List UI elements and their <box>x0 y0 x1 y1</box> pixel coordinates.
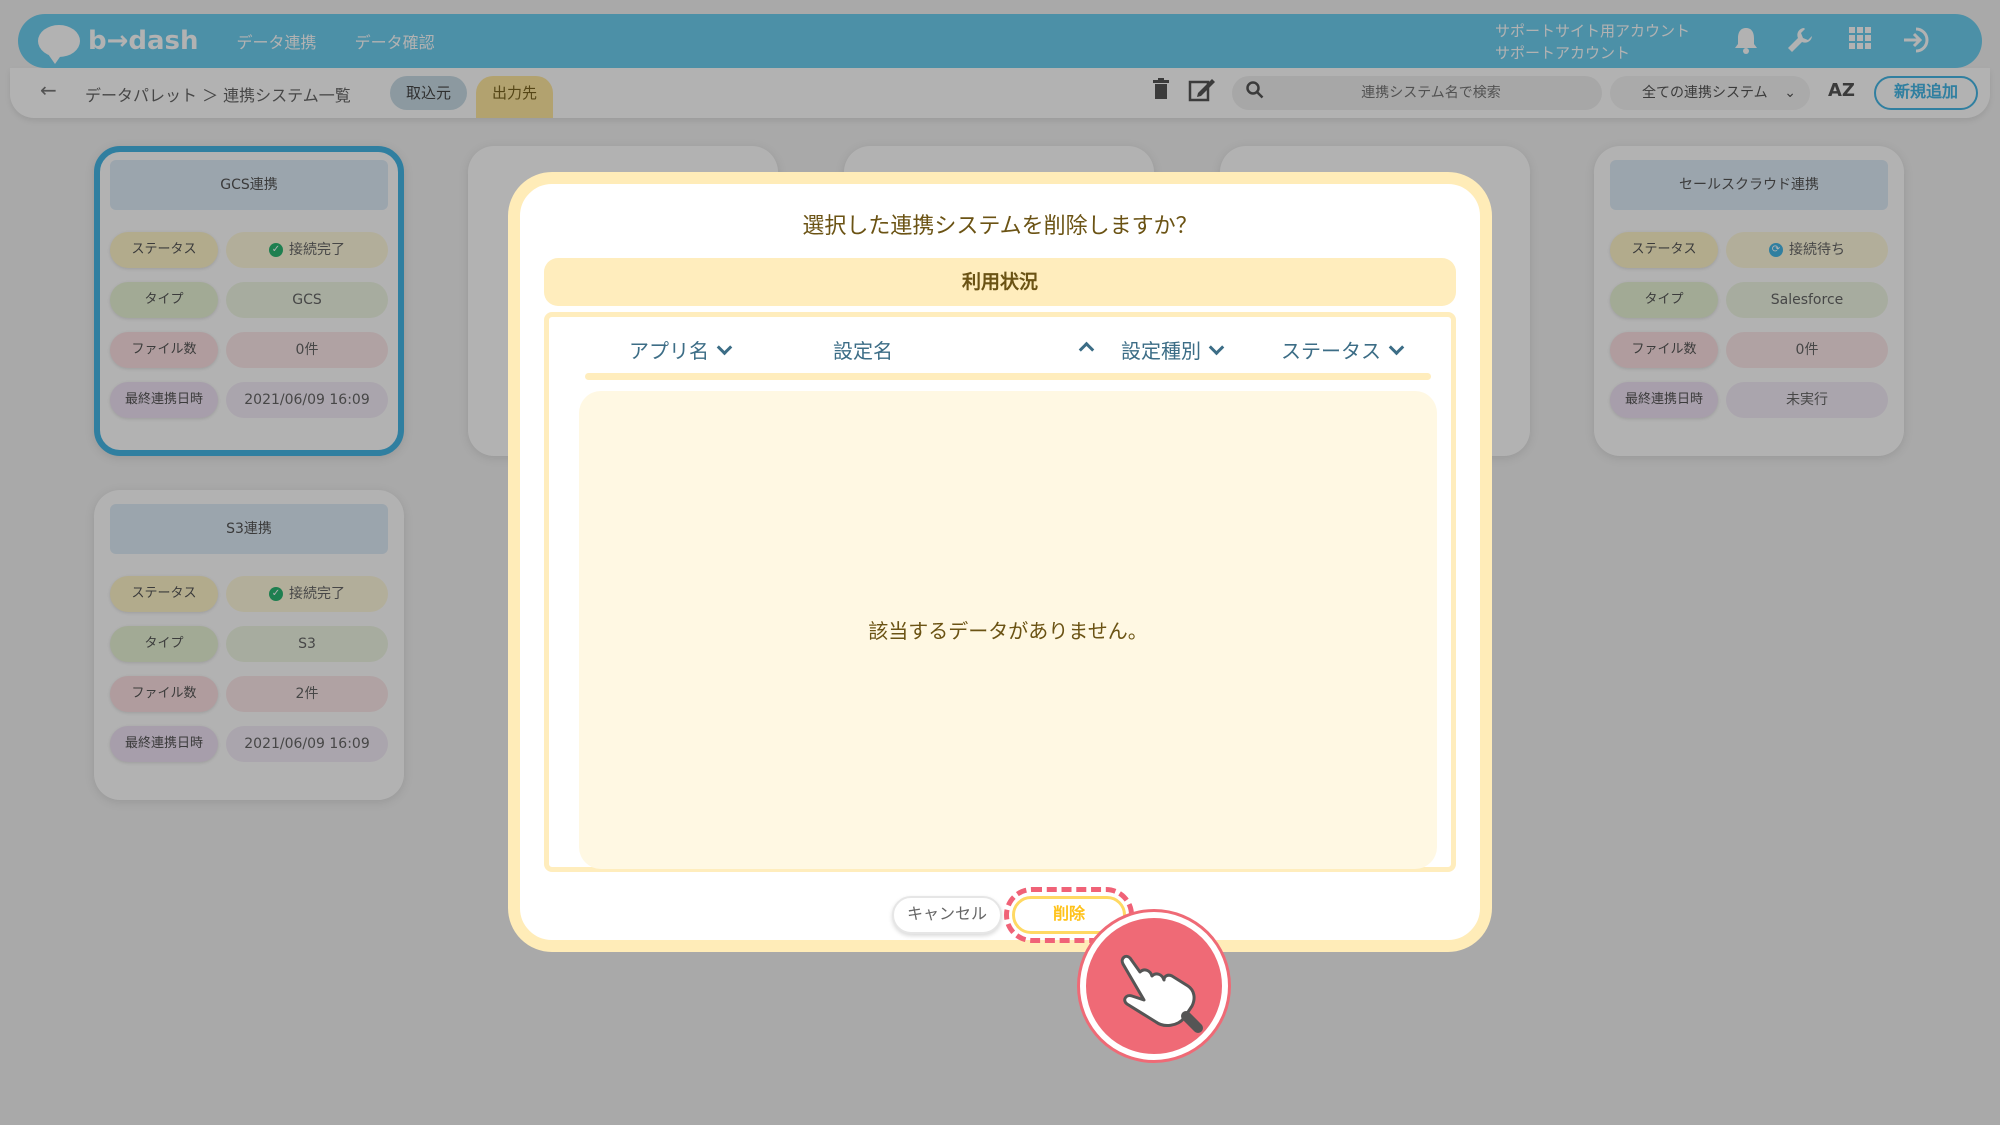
column-header-status[interactable]: ステータス <box>1281 335 1405 364</box>
delete-confirm-dialog: 選択した連携システムを削除しますか？ 利用状況 アプリ名 設定名 設定種別 ステ… <box>508 172 1492 952</box>
chevron-up-icon <box>1078 341 1095 358</box>
tap-hint-badge <box>1080 912 1228 1060</box>
sort-ascending-toggle[interactable] <box>1071 335 1095 359</box>
column-header-label: ステータス <box>1281 339 1381 363</box>
column-header-app-name[interactable]: アプリ名 <box>629 335 733 364</box>
column-header-label: アプリ名 <box>629 339 709 363</box>
usage-section-header: 利用状況 <box>544 258 1456 306</box>
chevron-down-icon <box>1208 339 1225 356</box>
empty-state-message: 該当するデータがありません。 <box>868 619 1148 643</box>
pointing-hand-icon <box>1120 954 1203 1033</box>
header-divider <box>585 373 1431 380</box>
column-header-setting-name[interactable]: 設定名 <box>833 335 893 364</box>
usage-table: アプリ名 設定名 設定種別 ステータス 該当するデータがありません。 <box>544 312 1456 872</box>
table-body: 該当するデータがありません。 <box>579 391 1437 869</box>
chevron-down-icon <box>716 339 733 356</box>
chevron-down-icon <box>1388 339 1405 356</box>
column-header-label: 設定名 <box>833 339 893 363</box>
column-header-setting-type[interactable]: 設定種別 <box>1121 335 1225 364</box>
cancel-button[interactable]: キャンセル <box>892 896 1002 934</box>
dialog-title: 選択した連携システムを削除しますか？ <box>802 214 1198 239</box>
column-header-label: 設定種別 <box>1121 339 1201 363</box>
